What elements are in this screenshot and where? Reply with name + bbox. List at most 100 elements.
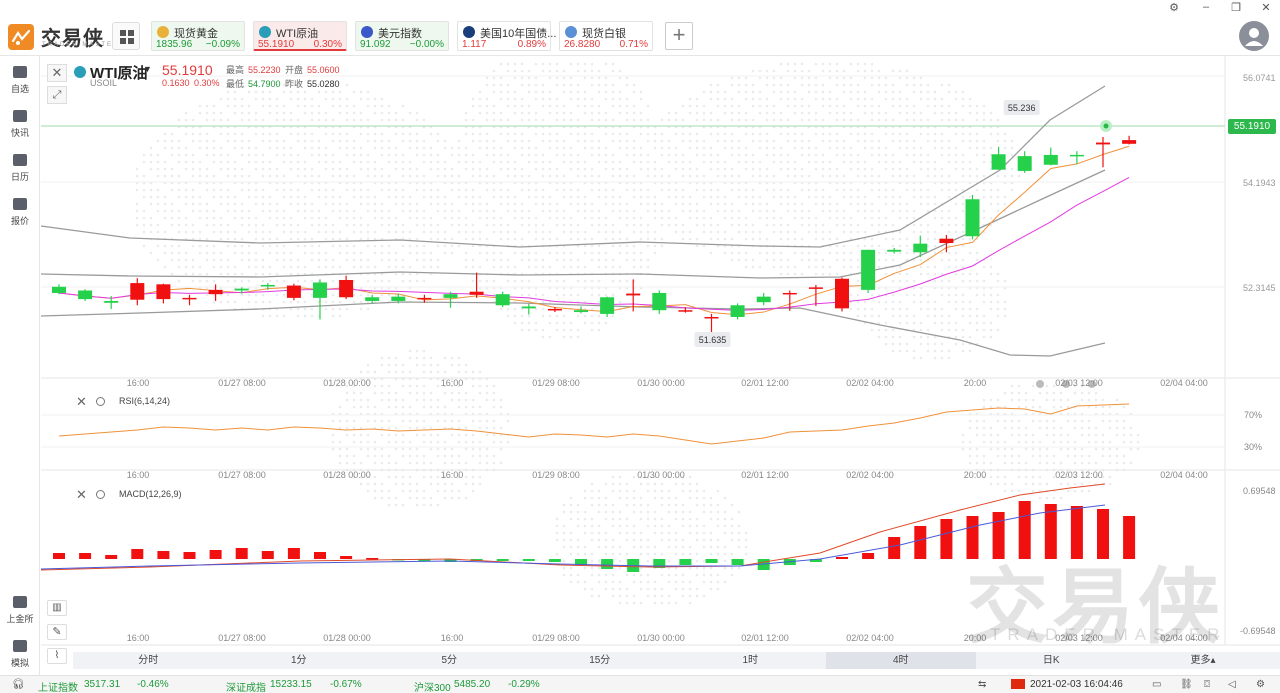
candle[interactable]: [313, 279, 327, 320]
candle-body: [1096, 142, 1110, 145]
map-dot: [975, 104, 979, 108]
timeframe-tab[interactable]: 4时: [825, 652, 976, 669]
timeframe-tab[interactable]: 日K: [976, 652, 1127, 669]
map-dot: [716, 83, 720, 87]
map-dot: [800, 111, 804, 115]
candle[interactable]: [991, 146, 1006, 170]
map-dot: [492, 139, 496, 143]
map-dot: [898, 195, 902, 199]
timeframe-tab[interactable]: 5分: [374, 652, 525, 669]
map-dot: [590, 111, 594, 115]
candle[interactable]: [652, 290, 667, 314]
map-dot: [982, 111, 986, 115]
map-dot: [331, 419, 335, 423]
candle[interactable]: [521, 304, 536, 315]
timeframe-tab[interactable]: 1分: [224, 652, 375, 669]
map-dot: [667, 510, 671, 514]
draw-pen-icon[interactable]: ✎: [47, 624, 67, 640]
map-dot: [534, 83, 538, 87]
candle[interactable]: [1122, 135, 1137, 145]
line-chart-icon[interactable]: ⌇: [47, 648, 67, 664]
candle[interactable]: [339, 275, 354, 300]
map-dot: [471, 237, 475, 241]
timeframe-tab[interactable]: 15分: [525, 652, 676, 669]
candle[interactable]: [861, 249, 876, 293]
link-icon[interactable]: ⛓: [1180, 679, 1193, 690]
map-dot: [541, 279, 545, 283]
map-dot: [548, 279, 552, 283]
candle[interactable]: [756, 292, 771, 306]
map-dot: [324, 230, 328, 234]
candle[interactable]: [286, 283, 301, 301]
map-dot: [331, 307, 335, 311]
map-dot: [1115, 454, 1119, 458]
eye-icon[interactable]: [96, 397, 105, 406]
close-rsi-icon[interactable]: ✕: [76, 394, 87, 410]
index-name[interactable]: 深证成指: [226, 679, 266, 693]
map-dot: [786, 195, 790, 199]
chevron-down-icon[interactable]: ▼: [143, 64, 152, 74]
map-dot: [254, 230, 258, 234]
map-dot: [478, 174, 482, 178]
map-dot: [996, 300, 1000, 304]
map-dot: [590, 573, 594, 577]
map-dot: [331, 244, 335, 248]
map-dot: [926, 272, 930, 276]
eye-icon[interactable]: [96, 490, 105, 499]
candle[interactable]: [1043, 147, 1058, 166]
translate-icon[interactable]: ⇆: [978, 679, 986, 690]
index-name[interactable]: 沪深300: [414, 679, 451, 693]
camera-icon[interactable]: ⌼: [1204, 679, 1210, 690]
volume-icon[interactable]: ◁: [1228, 679, 1236, 690]
candle-body: [574, 310, 588, 313]
expand-chart-button[interactable]: ⤢: [47, 86, 67, 104]
map-dot: [1003, 489, 1007, 493]
macd-level: -0.69548: [1240, 626, 1276, 636]
close-chart-button[interactable]: ✕: [47, 64, 67, 82]
map-dot: [583, 146, 587, 150]
candle[interactable]: [182, 294, 197, 306]
chart-nav-dot[interactable]: [1036, 380, 1044, 388]
map-dot: [653, 146, 657, 150]
timeframe-tab[interactable]: 1时: [675, 652, 826, 669]
timeframe-tab[interactable]: 分时: [73, 652, 224, 669]
map-dot: [1003, 461, 1007, 465]
map-dot: [786, 230, 790, 234]
candle[interactable]: [52, 284, 66, 295]
map-dot: [709, 195, 713, 199]
candle[interactable]: [835, 277, 849, 312]
map-dot: [604, 216, 608, 220]
candle[interactable]: [939, 235, 954, 253]
headset-icon[interactable]: 🎧︎: [12, 679, 25, 690]
map-dot: [919, 356, 923, 360]
map-dot: [968, 321, 972, 325]
candle[interactable]: [130, 278, 145, 306]
gear-icon[interactable]: ⚙: [1256, 679, 1265, 690]
close-macd-icon[interactable]: ✕: [76, 487, 87, 503]
map-dot: [359, 293, 363, 297]
candle[interactable]: [156, 283, 171, 304]
candle[interactable]: [443, 291, 458, 308]
map-dot: [422, 356, 426, 360]
candle[interactable]: [965, 194, 980, 240]
map-dot: [751, 139, 755, 143]
map-dot: [576, 517, 580, 521]
candle[interactable]: [78, 289, 93, 301]
candle[interactable]: [730, 303, 745, 320]
screen-icon[interactable]: ▭: [1152, 679, 1161, 690]
index-name[interactable]: 上证指数: [38, 679, 78, 693]
candle[interactable]: [1017, 151, 1032, 173]
candle[interactable]: [1096, 137, 1110, 168]
candle[interactable]: [704, 313, 719, 333]
indicator-tool-icon[interactable]: ▥: [47, 600, 67, 616]
map-dot: [723, 216, 727, 220]
map-dot: [541, 293, 545, 297]
map-dot: [331, 293, 335, 297]
high-stat: 最高 55.2230: [226, 65, 281, 75]
candle[interactable]: [808, 284, 823, 306]
candle[interactable]: [469, 272, 484, 298]
candle[interactable]: [600, 296, 615, 317]
more-timeframes-button[interactable]: 更多▴: [1178, 652, 1228, 669]
map-dot: [317, 146, 321, 150]
map-dot: [597, 223, 601, 227]
